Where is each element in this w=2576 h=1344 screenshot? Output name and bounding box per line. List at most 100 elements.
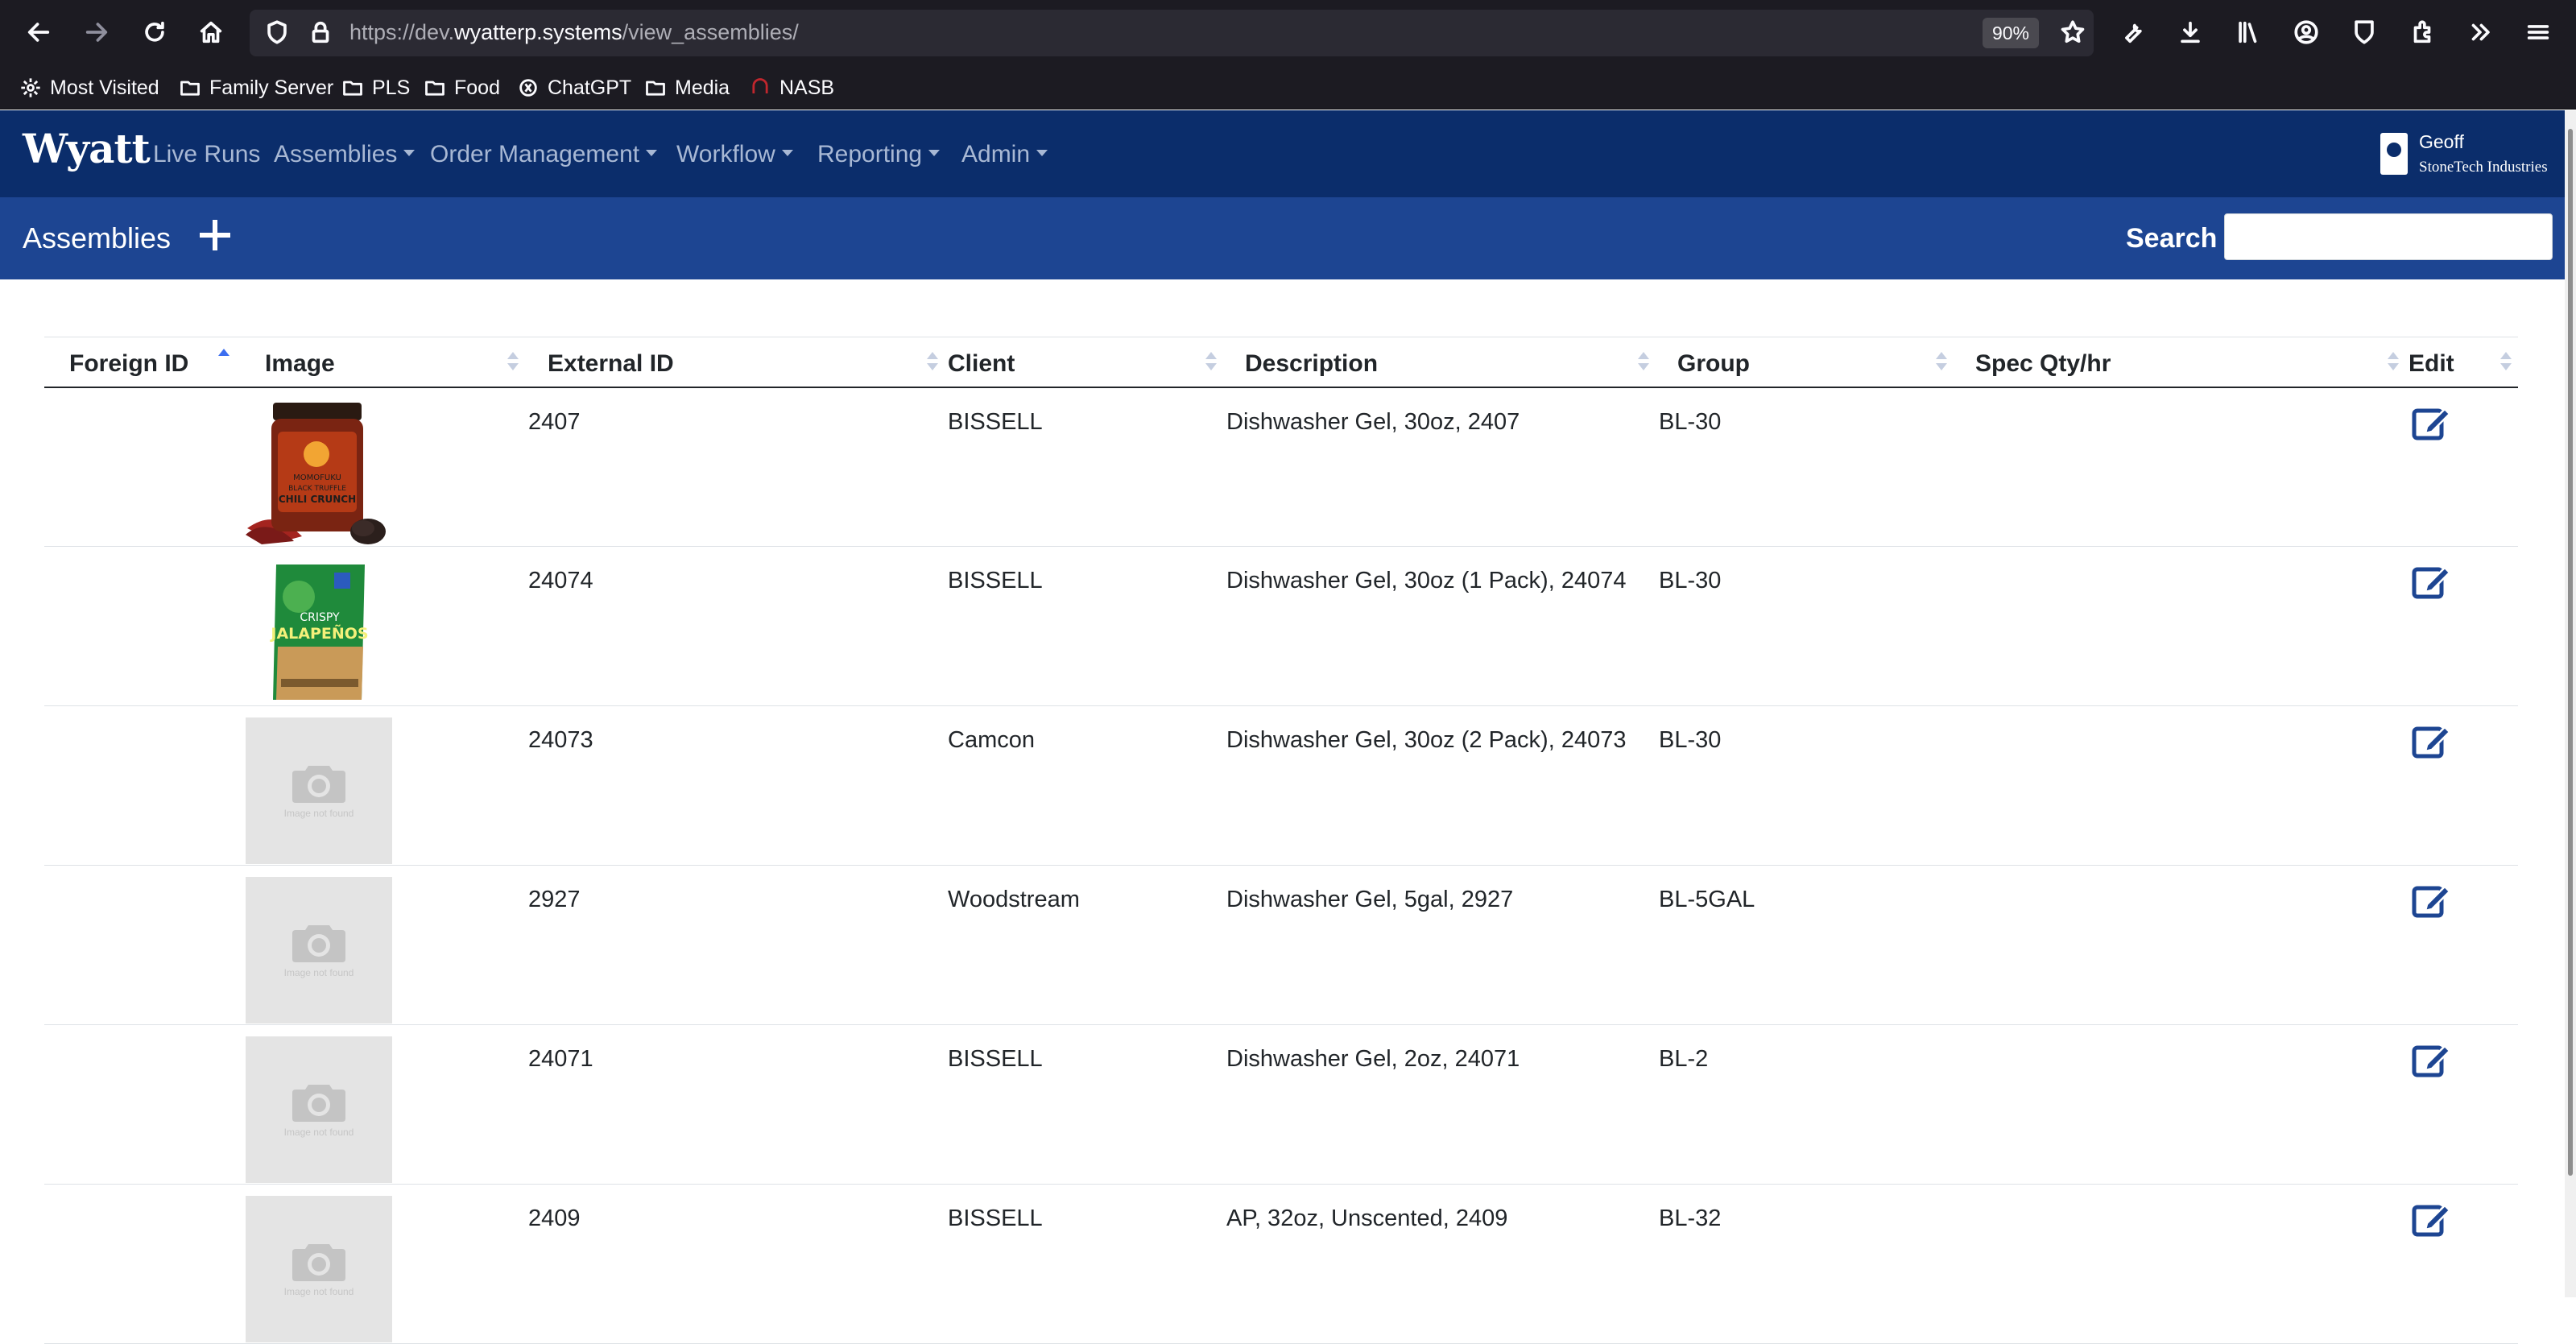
table-row[interactable]: CRISPY JALAPEÑOS 24074 BISSELL Dishwashe… xyxy=(44,546,2518,706)
bookmark-family-server[interactable]: Family Server xyxy=(179,74,333,101)
extensions-icon[interactable] xyxy=(2404,14,2440,50)
wrench-icon[interactable] xyxy=(2115,14,2150,50)
col-header-external-id[interactable]: External ID xyxy=(528,337,948,388)
foreign-id-cell xyxy=(44,1184,241,1344)
bookmark-nasb[interactable]: NASB xyxy=(749,74,834,101)
nasb-icon xyxy=(752,78,768,93)
edit-cell xyxy=(2409,387,2518,547)
camera-icon xyxy=(292,1085,345,1122)
caret-down-icon xyxy=(928,150,941,157)
edit-icon[interactable] xyxy=(2411,880,2451,920)
bookmark-most-visited[interactable]: Most Visited xyxy=(19,74,159,101)
bookmark-pls[interactable]: PLS xyxy=(341,74,410,101)
caret-down-icon xyxy=(646,150,658,157)
camera-icon xyxy=(292,1244,345,1281)
folder-icon xyxy=(180,81,200,96)
scrollbar-thumb[interactable] xyxy=(2568,129,2573,1176)
image-placeholder[interactable]: Image not found xyxy=(246,877,392,1024)
table-row[interactable]: Image not found 2409 BISSELL AP, 32oz, U… xyxy=(44,1184,2518,1344)
bookmark-media[interactable]: Media xyxy=(644,74,730,101)
app-menu-icon[interactable] xyxy=(2520,14,2556,50)
zoom-level-badge[interactable]: 90% xyxy=(1982,18,2039,48)
spec-qty-cell xyxy=(1957,387,2409,547)
edit-icon[interactable] xyxy=(2411,561,2451,602)
col-header-spec-qty-hr[interactable]: Spec Qty/hr xyxy=(1957,337,2409,388)
group-cell: BL-2 xyxy=(1659,1024,1957,1185)
image-cell: Image not found xyxy=(241,865,528,1025)
col-header-edit[interactable]: Edit xyxy=(2409,337,2518,388)
camera-icon xyxy=(292,766,345,803)
edit-icon[interactable] xyxy=(2411,1199,2451,1239)
edit-icon[interactable] xyxy=(2411,721,2451,761)
image-placeholder[interactable]: Image not found xyxy=(246,717,392,864)
col-header-description[interactable]: Description xyxy=(1226,337,1659,388)
svg-text:CRISPY: CRISPY xyxy=(300,611,340,624)
address-bar[interactable]: https://dev.wyatterp.systems/view_assemb… xyxy=(250,10,2094,56)
folder-icon xyxy=(343,81,362,96)
back-arrow-icon[interactable] xyxy=(21,14,56,50)
group-cell: BL-30 xyxy=(1659,387,1957,547)
page-title: Assemblies xyxy=(23,221,172,254)
image-placeholder[interactable]: Image not found xyxy=(246,1196,392,1342)
col-header-image[interactable]: Image xyxy=(241,337,528,388)
image-cell: Image not found xyxy=(241,705,528,866)
bookmark-chatgpt[interactable]: ChatGPT xyxy=(517,74,631,101)
col-header-client[interactable]: Client xyxy=(948,337,1226,388)
edit-cell xyxy=(2409,865,2518,1025)
chili-crunch-jar-image[interactable]: MOMOFUKU BLACK TRUFFLE CHILI CRUNCH xyxy=(246,399,392,546)
foreign-id-cell xyxy=(44,705,241,866)
crispy-jalapenos-bag-image[interactable]: CRISPY JALAPEÑOS xyxy=(246,558,392,705)
library-icon[interactable] xyxy=(2231,14,2266,50)
sort-icon xyxy=(927,352,938,373)
url-text[interactable]: https://dev.wyatterp.systems/view_assemb… xyxy=(349,20,799,45)
col-header-foreign-id[interactable]: Foreign ID xyxy=(44,337,241,388)
external-id-cell: 24071 xyxy=(528,1024,948,1185)
nav-workflow-dropdown[interactable]: Workflow xyxy=(676,141,793,168)
reload-icon[interactable] xyxy=(137,14,172,50)
nav-reporting-dropdown[interactable]: Reporting xyxy=(817,141,941,168)
table-header-row: Foreign ID Image External ID Client Desc… xyxy=(44,337,2518,388)
nav-admin-dropdown[interactable]: Admin xyxy=(961,141,1048,168)
external-id-cell: 2409 xyxy=(528,1184,948,1344)
client-cell: BISSELL xyxy=(948,1024,1226,1185)
home-icon[interactable] xyxy=(193,14,229,50)
col-header-group[interactable]: Group xyxy=(1659,337,1957,388)
table-row[interactable]: Image not found 2927 Woodstream Dishwash… xyxy=(44,865,2518,1025)
image-placeholder[interactable]: Image not found xyxy=(246,1036,392,1183)
user-name[interactable]: Geoff xyxy=(2419,131,2464,153)
account-icon[interactable] xyxy=(2289,14,2324,50)
client-cell: BISSELL xyxy=(948,546,1226,706)
table-row[interactable]: Image not found 24073 Camcon Dishwasher … xyxy=(44,705,2518,866)
nav-order-management-dropdown[interactable]: Order Management xyxy=(430,141,658,168)
user-avatar[interactable] xyxy=(2380,133,2408,175)
shield-icon[interactable] xyxy=(259,14,295,50)
edit-icon[interactable] xyxy=(2411,1040,2451,1080)
bitwarden-extension-icon[interactable] xyxy=(2347,14,2382,50)
download-icon[interactable] xyxy=(2173,14,2208,50)
image-cell: CRISPY JALAPEÑOS xyxy=(241,546,528,706)
svg-text:MOMOFUKU: MOMOFUKU xyxy=(293,474,341,482)
lock-icon[interactable] xyxy=(303,14,338,50)
spec-qty-cell xyxy=(1957,865,2409,1025)
description-cell: Dishwasher Gel, 30oz (2 Pack), 24073 xyxy=(1226,705,1659,866)
bookmark-food[interactable]: Food xyxy=(424,74,500,101)
client-cell: Camcon xyxy=(948,705,1226,866)
user-company: StoneTech Industries xyxy=(2419,159,2548,176)
add-assembly-button[interactable] xyxy=(196,217,234,254)
image-cell: Image not found xyxy=(241,1184,528,1344)
nav-live-runs[interactable]: Live Runs xyxy=(153,141,260,168)
nav-assemblies-dropdown[interactable]: Assemblies xyxy=(274,141,416,168)
brand-logo[interactable]: Wyatt xyxy=(23,125,151,172)
group-cell: BL-32 xyxy=(1659,1184,1957,1344)
bookmark-star-icon[interactable] xyxy=(2055,14,2090,50)
spec-qty-cell xyxy=(1957,705,2409,866)
sort-icon xyxy=(2388,352,2399,373)
overflow-chevron-icon[interactable] xyxy=(2462,14,2498,50)
table-row[interactable]: MOMOFUKU BLACK TRUFFLE CHILI CRUNCH 2407… xyxy=(44,387,2518,547)
table-row[interactable]: Image not found 24071 BISSELL Dishwasher… xyxy=(44,1024,2518,1185)
forward-arrow-icon[interactable] xyxy=(79,14,114,50)
edit-icon[interactable] xyxy=(2411,403,2451,443)
sort-icon xyxy=(1205,352,1217,373)
search-input[interactable] xyxy=(2224,213,2553,260)
spec-qty-cell xyxy=(1957,1024,2409,1185)
